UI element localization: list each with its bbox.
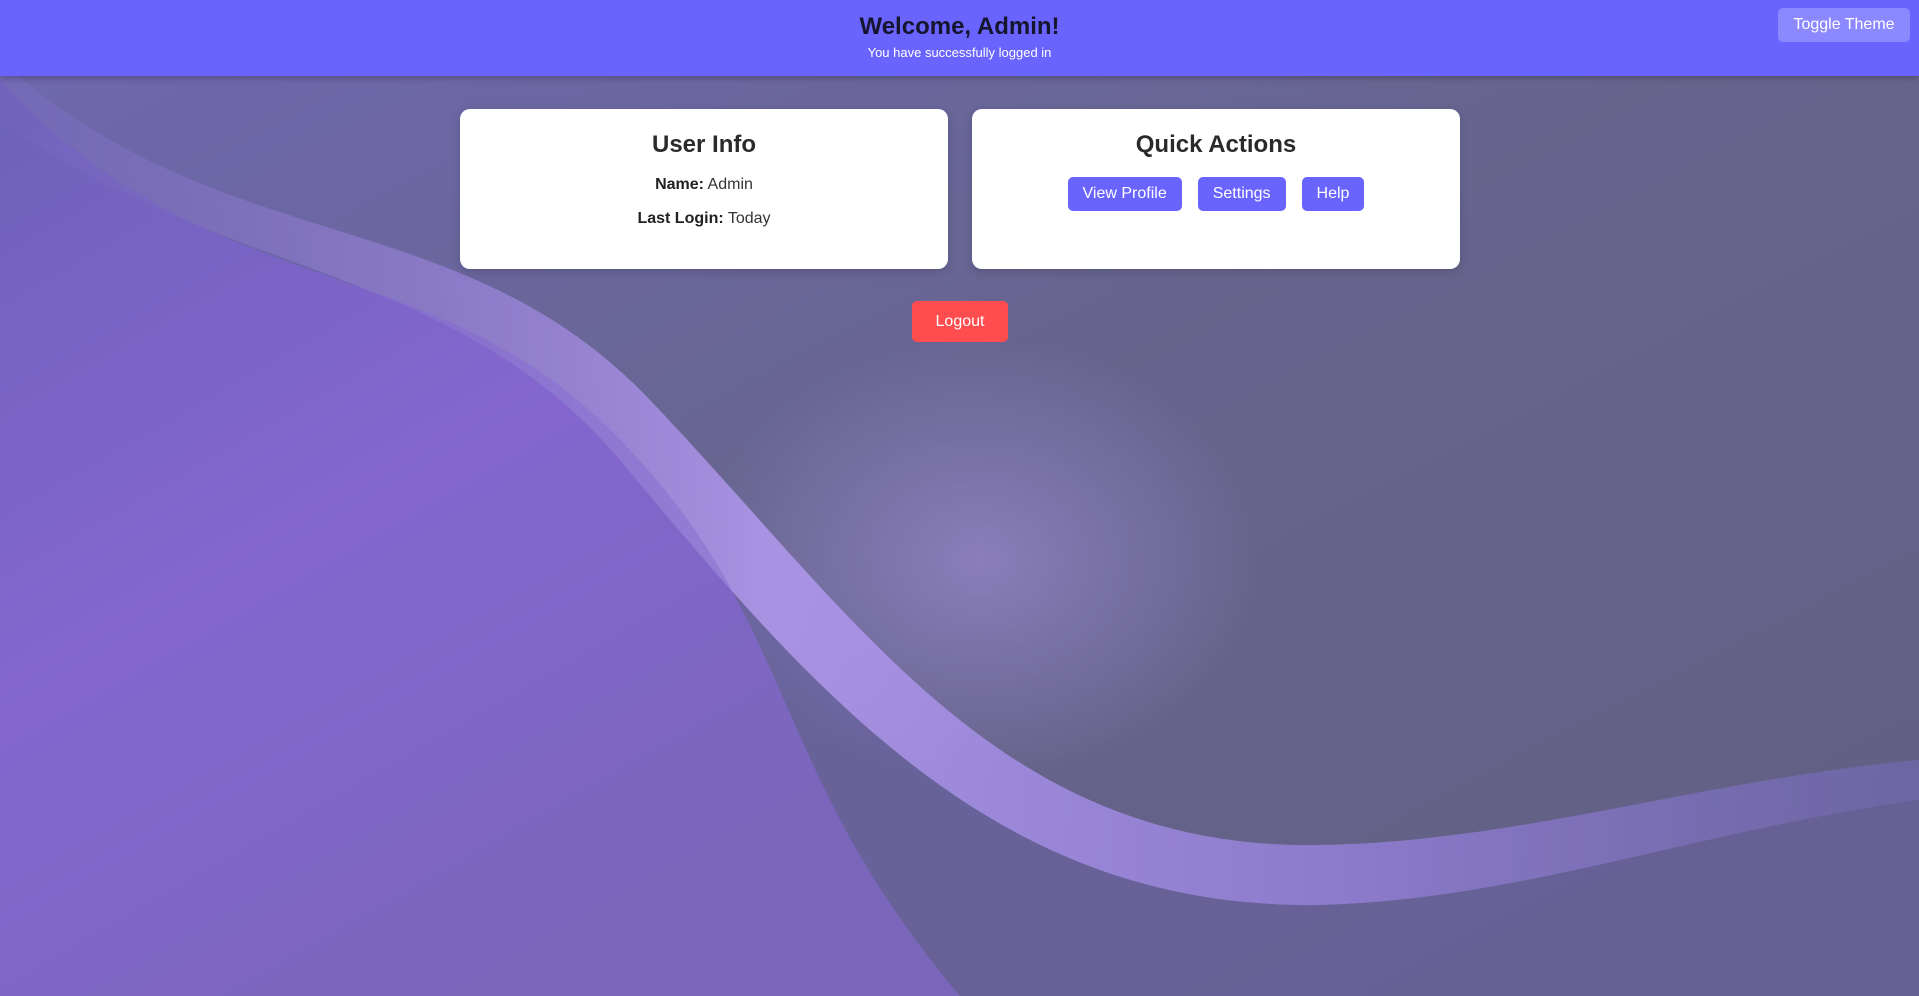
user-info-card: User Info Name: Admin Last Login: Today <box>460 109 948 269</box>
logout-button[interactable]: Logout <box>912 301 1008 342</box>
login-success-message: You have successfully logged in <box>867 45 1052 60</box>
help-button[interactable]: Help <box>1301 177 1365 211</box>
toggle-theme-button[interactable]: Toggle Theme <box>1778 8 1910 42</box>
settings-button[interactable]: Settings <box>1197 177 1286 211</box>
quick-actions-title: Quick Actions <box>1135 131 1297 158</box>
header-bar: Welcome, Admin! You have successfully lo… <box>0 0 1919 76</box>
last-login-row: Last Login: Today <box>460 209 948 229</box>
quick-actions-buttons: View Profile Settings Help <box>972 177 1460 211</box>
last-login-value: Today <box>727 210 771 227</box>
last-login-label: Last Login: <box>637 210 724 227</box>
page-title: Welcome, Admin! <box>859 13 1060 40</box>
name-value: Admin <box>707 176 753 193</box>
quick-actions-card: Quick Actions View Profile Settings Help <box>972 109 1460 269</box>
name-row: Name: Admin <box>460 175 948 195</box>
name-label: Name: <box>655 176 704 193</box>
user-info-title: User Info <box>651 131 756 158</box>
background-wave <box>0 0 1919 996</box>
view-profile-button[interactable]: View Profile <box>1067 177 1182 211</box>
